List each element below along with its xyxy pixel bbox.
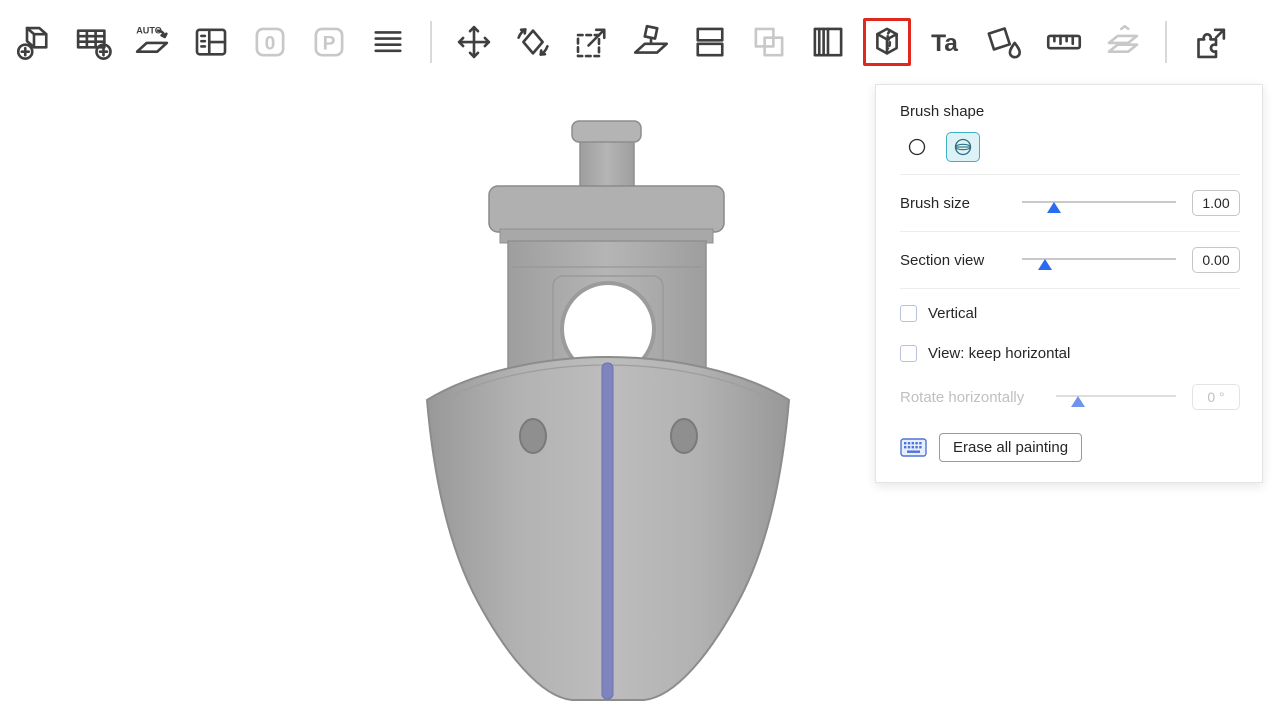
color-painting-icon (984, 21, 1026, 63)
color-painting-button[interactable] (981, 18, 1029, 66)
section-view-row: Section view 0.00 (900, 236, 1240, 284)
rotate-button[interactable] (509, 18, 557, 66)
main-toolbar: AUTO 0 P (0, 0, 1280, 84)
arrange-icon (190, 21, 232, 63)
brush-shape-sphere-option[interactable] (946, 132, 980, 162)
move-button[interactable] (450, 18, 498, 66)
section-view-slider[interactable] (1022, 249, 1176, 271)
text-tool-button[interactable]: Ta (922, 18, 970, 66)
cut-button[interactable] (686, 18, 734, 66)
circle-brush-icon (907, 135, 927, 159)
cut-icon (689, 21, 731, 63)
erase-all-painting-button[interactable]: Erase all painting (939, 433, 1082, 462)
p-badge-button[interactable]: P (305, 18, 353, 66)
keep-horizontal-label: View: keep horizontal (928, 345, 1070, 362)
mesh-boolean-icon (748, 21, 790, 63)
slider-thumb[interactable] (1038, 259, 1052, 270)
auto-orient-icon: AUTO (131, 21, 173, 63)
mesh-boolean-button[interactable] (745, 18, 793, 66)
slider-track (1022, 201, 1176, 203)
scale-icon (571, 21, 613, 63)
slider-thumb (1071, 396, 1085, 407)
svg-text:0: 0 (265, 34, 276, 55)
arrange-button[interactable] (187, 18, 235, 66)
add-plate-icon (72, 21, 114, 63)
move-icon (453, 21, 495, 63)
panel-divider (900, 231, 1240, 232)
seam-painting-icon (866, 21, 908, 63)
variable-layer-height-button[interactable] (804, 18, 852, 66)
sphere-brush-icon (953, 135, 973, 159)
brush-size-row: Brush size 1.00 (900, 179, 1240, 227)
toolbar-divider (1165, 21, 1167, 63)
vertical-row: Vertical (900, 293, 1240, 333)
auto-orient-button[interactable]: AUTO (128, 18, 176, 66)
brush-size-slider[interactable] (1022, 192, 1176, 214)
keyboard-icon (900, 438, 927, 457)
brush-shape-circle-option[interactable] (900, 132, 934, 162)
place-on-face-icon (630, 21, 672, 63)
zero-badge-button[interactable]: 0 (246, 18, 294, 66)
panel-divider (900, 288, 1240, 289)
plugin-icon (1188, 21, 1230, 63)
assembly-button[interactable] (1099, 18, 1147, 66)
layers-button[interactable] (364, 18, 412, 66)
assembly-icon (1102, 21, 1144, 63)
zero-badge-icon: 0 (249, 21, 291, 63)
model-funnel (572, 121, 641, 190)
seam-stripe (602, 363, 613, 699)
rotate-horizontally-label: Rotate horizontally (900, 389, 1052, 406)
measure-icon (1043, 21, 1085, 63)
panel-divider (900, 174, 1240, 175)
keep-horizontal-checkbox[interactable] (900, 345, 917, 362)
vertical-label: Vertical (928, 305, 977, 322)
place-on-face-button[interactable] (627, 18, 675, 66)
scale-button[interactable] (568, 18, 616, 66)
vertical-checkbox[interactable] (900, 305, 917, 322)
svg-text:Ta: Ta (931, 30, 958, 57)
slider-thumb[interactable] (1047, 202, 1061, 213)
text-tool-icon: Ta (925, 21, 967, 63)
brush-size-label: Brush size (900, 195, 1018, 212)
brush-shape-options (900, 132, 1240, 162)
seam-painting-button[interactable] (863, 18, 911, 66)
rotate-horizontally-value: 0 ° (1192, 384, 1240, 410)
measure-button[interactable] (1040, 18, 1088, 66)
section-view-value[interactable]: 0.00 (1192, 247, 1240, 273)
plugin-button[interactable] (1185, 18, 1233, 66)
variable-layer-height-icon (807, 21, 849, 63)
brush-size-value[interactable]: 1.00 (1192, 190, 1240, 216)
shortcut-keyboard-button[interactable] (900, 438, 927, 457)
layers-icon (367, 21, 409, 63)
toolbar-divider (430, 21, 432, 63)
brush-shape-label: Brush shape (900, 103, 1240, 120)
seam-painting-panel: Brush shape Brush size 1.00 Section view (875, 84, 1263, 483)
add-object-icon (13, 21, 55, 63)
rotate-horizontally-slider (1056, 386, 1176, 408)
add-plate-button[interactable] (69, 18, 117, 66)
keep-horizontal-row: View: keep horizontal (900, 333, 1240, 373)
model-cabin-roof (489, 186, 724, 232)
section-view-label: Section view (900, 252, 1018, 269)
add-object-button[interactable] (10, 18, 58, 66)
rotate-horizontally-row: Rotate horizontally 0 ° (900, 373, 1240, 421)
svg-text:P: P (323, 34, 336, 55)
erase-row: Erase all painting (900, 433, 1240, 462)
p-badge-icon: P (308, 21, 350, 63)
rotate-icon (512, 21, 554, 63)
